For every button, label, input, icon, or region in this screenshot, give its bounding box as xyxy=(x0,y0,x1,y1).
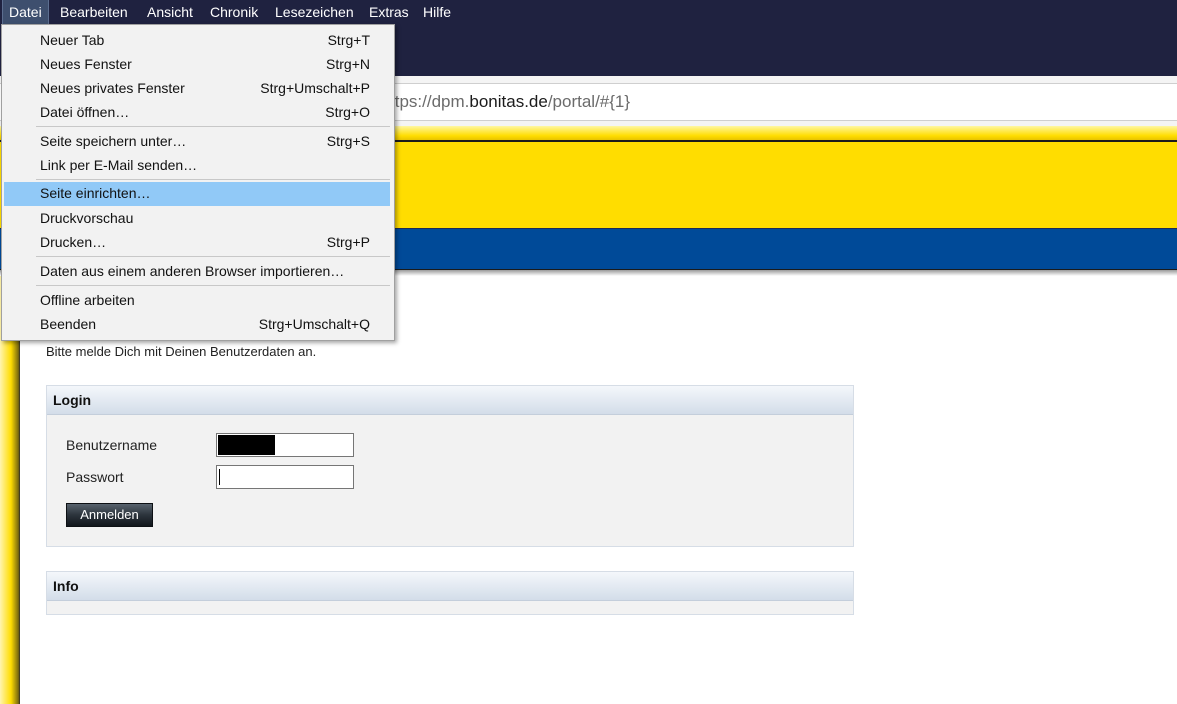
menu-item-import-browser-data[interactable]: Daten aus einem anderen Browser importie… xyxy=(4,260,390,284)
menu-item-new-window[interactable]: Neues Fenster Strg+N xyxy=(4,53,390,77)
menu-extras[interactable]: Extras xyxy=(369,0,409,24)
menu-hilfe[interactable]: Hilfe xyxy=(423,0,451,24)
menu-bar: Datei Bearbeiten Ansicht Chronik Lesezei… xyxy=(0,0,1177,25)
menu-chronik[interactable]: Chronik xyxy=(210,0,258,24)
menu-item-new-private-window[interactable]: Neues privates Fenster Strg+Umschalt+P xyxy=(4,77,390,101)
menu-bearbeiten[interactable]: Bearbeiten xyxy=(60,0,128,24)
redacted-value xyxy=(218,435,275,455)
username-input[interactable] xyxy=(216,433,354,457)
menu-item-email-link[interactable]: Link per E-Mail senden… xyxy=(4,154,390,178)
menu-separator xyxy=(36,126,390,127)
menu-separator xyxy=(36,285,390,286)
password-input[interactable] xyxy=(216,465,354,489)
menu-item-print[interactable]: Drucken… Strg+P xyxy=(4,231,390,255)
menu-item-quit[interactable]: Beenden Strg+Umschalt+Q xyxy=(4,313,390,337)
login-panel-title: Login xyxy=(47,386,853,415)
username-label: Benutzername xyxy=(66,437,158,453)
login-intro-text: Bitte melde Dich mit Deinen Benutzerdate… xyxy=(46,344,317,359)
url-prefix: ttps://dpm. xyxy=(390,92,470,111)
menu-item-save-page-as[interactable]: Seite speichern unter… Strg+S xyxy=(4,130,390,154)
menu-lesezeichen[interactable]: Lesezeichen xyxy=(275,0,354,24)
menu-item-work-offline[interactable]: Offline arbeiten xyxy=(4,289,390,313)
login-button[interactable]: Anmelden xyxy=(66,503,153,527)
password-label: Passwort xyxy=(66,469,124,485)
menu-separator xyxy=(36,179,390,180)
menu-datei[interactable]: Datei xyxy=(2,0,49,25)
login-panel: Login Benutzername Passwort Anmelden xyxy=(46,385,854,547)
url-path: /portal/#{1} xyxy=(547,92,631,111)
info-panel-title: Info xyxy=(47,572,853,601)
file-menu-dropdown: Neuer Tab Strg+T Neues Fenster Strg+N Neue… xyxy=(1,24,395,341)
info-panel: Info xyxy=(46,571,854,615)
menu-item-open-file[interactable]: Datei öffnen… Strg+O xyxy=(4,101,390,125)
menu-item-new-tab[interactable]: Neuer Tab Strg+T xyxy=(4,29,390,53)
menu-item-page-setup[interactable]: Seite einrichten… xyxy=(4,182,390,206)
menu-item-print-preview[interactable]: Druckvorschau xyxy=(4,207,390,231)
menu-ansicht[interactable]: Ansicht xyxy=(147,0,193,24)
url-domain: bonitas.de xyxy=(469,92,548,111)
url-text[interactable]: ttps://dpm.bonitas.de/portal/#{1} xyxy=(390,91,630,113)
text-caret xyxy=(219,469,220,485)
menu-separator xyxy=(36,256,390,257)
